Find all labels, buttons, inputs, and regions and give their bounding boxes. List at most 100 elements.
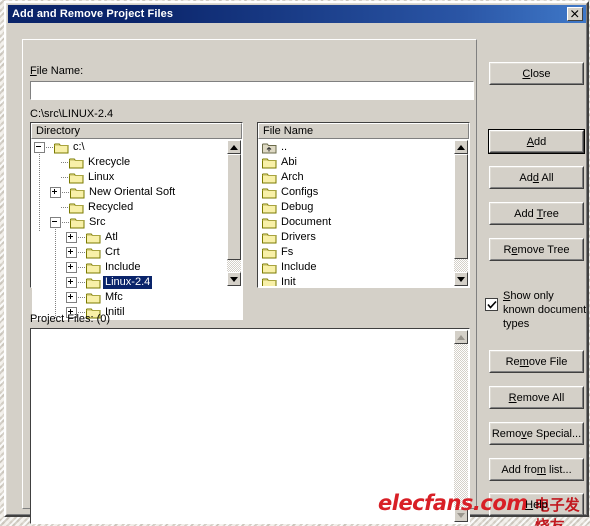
collapse-icon[interactable] (50, 217, 61, 228)
project-files-label: Project Files: (0) (30, 313, 111, 325)
project-files-scrollbar[interactable] (454, 330, 468, 522)
tree-connector (78, 237, 86, 238)
file-name-scrollbar[interactable] (454, 140, 468, 286)
tree-connector (61, 162, 69, 163)
collapse-icon[interactable] (34, 142, 45, 153)
file-list-item[interactable]: Init (259, 275, 454, 286)
expand-icon[interactable] (50, 187, 61, 198)
directory-tree-item[interactable]: Linux-2.4 (32, 275, 243, 290)
directory-tree-item[interactable]: Include (32, 260, 243, 275)
directory-tree-item[interactable]: Atl (32, 230, 243, 245)
file-list-item-label: .. (281, 141, 288, 153)
expand-icon[interactable] (66, 262, 77, 273)
remove-tree-button[interactable]: Remove Tree (489, 238, 584, 261)
directory-tree-item-label: Atl (105, 231, 118, 243)
directory-scrollbar[interactable] (227, 140, 241, 286)
add-tree-button-label: Add Tree (514, 207, 559, 220)
file-list-item[interactable]: .. (259, 140, 454, 155)
file-name-scroll-thumb[interactable] (454, 154, 468, 259)
file-name-list[interactable]: .. Abi Arch Configs Debug Document Drivers Fs In… (259, 140, 454, 286)
directory-tree-item[interactable]: Recycled (32, 200, 243, 215)
expand-icon[interactable] (66, 232, 77, 243)
folder-icon (262, 187, 277, 199)
close-button[interactable] (567, 7, 583, 21)
expand-icon[interactable] (66, 277, 77, 288)
file-name-column-header[interactable]: File Name (258, 123, 469, 139)
add-all-button-label: Add All (519, 171, 554, 184)
remove-file-button[interactable]: Remove File (489, 350, 584, 373)
folder-icon (86, 232, 101, 244)
folder-icon (262, 172, 277, 184)
folder-icon (262, 157, 277, 169)
project-files-scroll-down-button[interactable] (454, 508, 468, 522)
expand-icon[interactable] (66, 247, 77, 258)
file-list-item[interactable]: Configs (259, 185, 454, 200)
directory-tree-item[interactable]: Krecycle (32, 155, 243, 170)
expand-icon[interactable] (66, 292, 77, 303)
directory-tree-item-label: Linux (88, 171, 115, 183)
file-list-item-label: Abi (281, 156, 297, 168)
folder-icon (262, 277, 277, 286)
file-name-input[interactable] (29, 80, 475, 101)
close-button-action[interactable]: Close (489, 62, 584, 85)
file-name-scroll-track[interactable] (454, 154, 468, 272)
directory-scroll-thumb[interactable] (227, 154, 241, 260)
project-files-scroll-track[interactable] (454, 344, 468, 508)
project-files-panel (30, 328, 470, 524)
directory-scroll-track[interactable] (227, 154, 241, 272)
directory-column-header[interactable]: Directory (31, 123, 242, 139)
help-button[interactable]: Help (489, 493, 584, 516)
directory-tree-item[interactable]: c:\ (32, 140, 243, 155)
remove-special-button[interactable]: Remove Special... (489, 422, 584, 445)
title-bar[interactable]: Add and Remove Project Files (8, 5, 586, 23)
add-from-list-button-label: Add from list... (501, 463, 572, 476)
file-list-item[interactable]: Drivers (259, 230, 454, 245)
directory-tree-item[interactable]: Mfc (32, 290, 243, 305)
remove-file-button-label: Remove File (505, 355, 568, 368)
project-files-scroll-up-button[interactable] (454, 330, 468, 344)
directory-tree-item[interactable]: Linux (32, 170, 243, 185)
add-all-button[interactable]: Add All (489, 166, 584, 189)
file-list-item[interactable]: Abi (259, 155, 454, 170)
remove-special-button-label: Remove Special... (491, 427, 582, 440)
show-known-types-label: Show only known document types (503, 289, 586, 331)
file-list-item-label: Init (281, 276, 296, 286)
file-name-label: File Name: (30, 65, 84, 77)
current-path-label: C:\src\LINUX-2.4 (30, 108, 114, 120)
directory-tree-item[interactable]: Src (32, 215, 243, 230)
directory-tree-item[interactable]: New Oriental Soft (32, 185, 243, 200)
show-known-types-checkbox[interactable] (485, 298, 498, 311)
add-from-list-button[interactable]: Add from list... (489, 458, 584, 481)
add-button[interactable]: Add (488, 129, 585, 154)
file-list-item-label: Include (281, 261, 317, 273)
file-list-item[interactable]: Debug (259, 200, 454, 215)
show-known-types-checkbox-group[interactable]: Show only known document types (485, 289, 590, 331)
help-button-label: Help (525, 498, 548, 511)
directory-tree-item-label: Mfc (105, 291, 123, 303)
file-list-item[interactable]: Arch (259, 170, 454, 185)
directory-tree[interactable]: c:\ Krecycle Linux New Oriental Soft Recycle… (32, 140, 243, 320)
file-list-item[interactable]: Include (259, 260, 454, 275)
tree-connector (62, 192, 70, 193)
project-files-list[interactable] (32, 330, 454, 522)
directory-scroll-up-button[interactable] (227, 140, 241, 154)
checkbox-line3: types (503, 318, 530, 330)
file-list-item[interactable]: Fs (259, 245, 454, 260)
file-name-scroll-down-button[interactable] (454, 272, 468, 286)
directory-tree-item-label: c:\ (73, 141, 85, 153)
directory-tree-item-label: Crt (105, 246, 120, 258)
file-list-item-label: Fs (281, 246, 294, 258)
file-list-item[interactable]: Document (259, 215, 454, 230)
folder-icon (262, 217, 277, 229)
folder-icon (262, 202, 277, 214)
file-name-scroll-up-button[interactable] (454, 140, 468, 154)
directory-tree-item-label: Include (105, 261, 141, 273)
folder-icon (69, 202, 84, 214)
directory-scroll-down-button[interactable] (227, 272, 241, 286)
desktop-background: Add and Remove Project Files File Name: … (0, 0, 590, 526)
add-tree-button[interactable]: Add Tree (489, 202, 584, 225)
folder-icon (262, 247, 277, 259)
checkbox-line1-rest: how only (510, 290, 554, 302)
directory-tree-item[interactable]: Crt (32, 245, 243, 260)
remove-all-button[interactable]: Remove All (489, 386, 584, 409)
